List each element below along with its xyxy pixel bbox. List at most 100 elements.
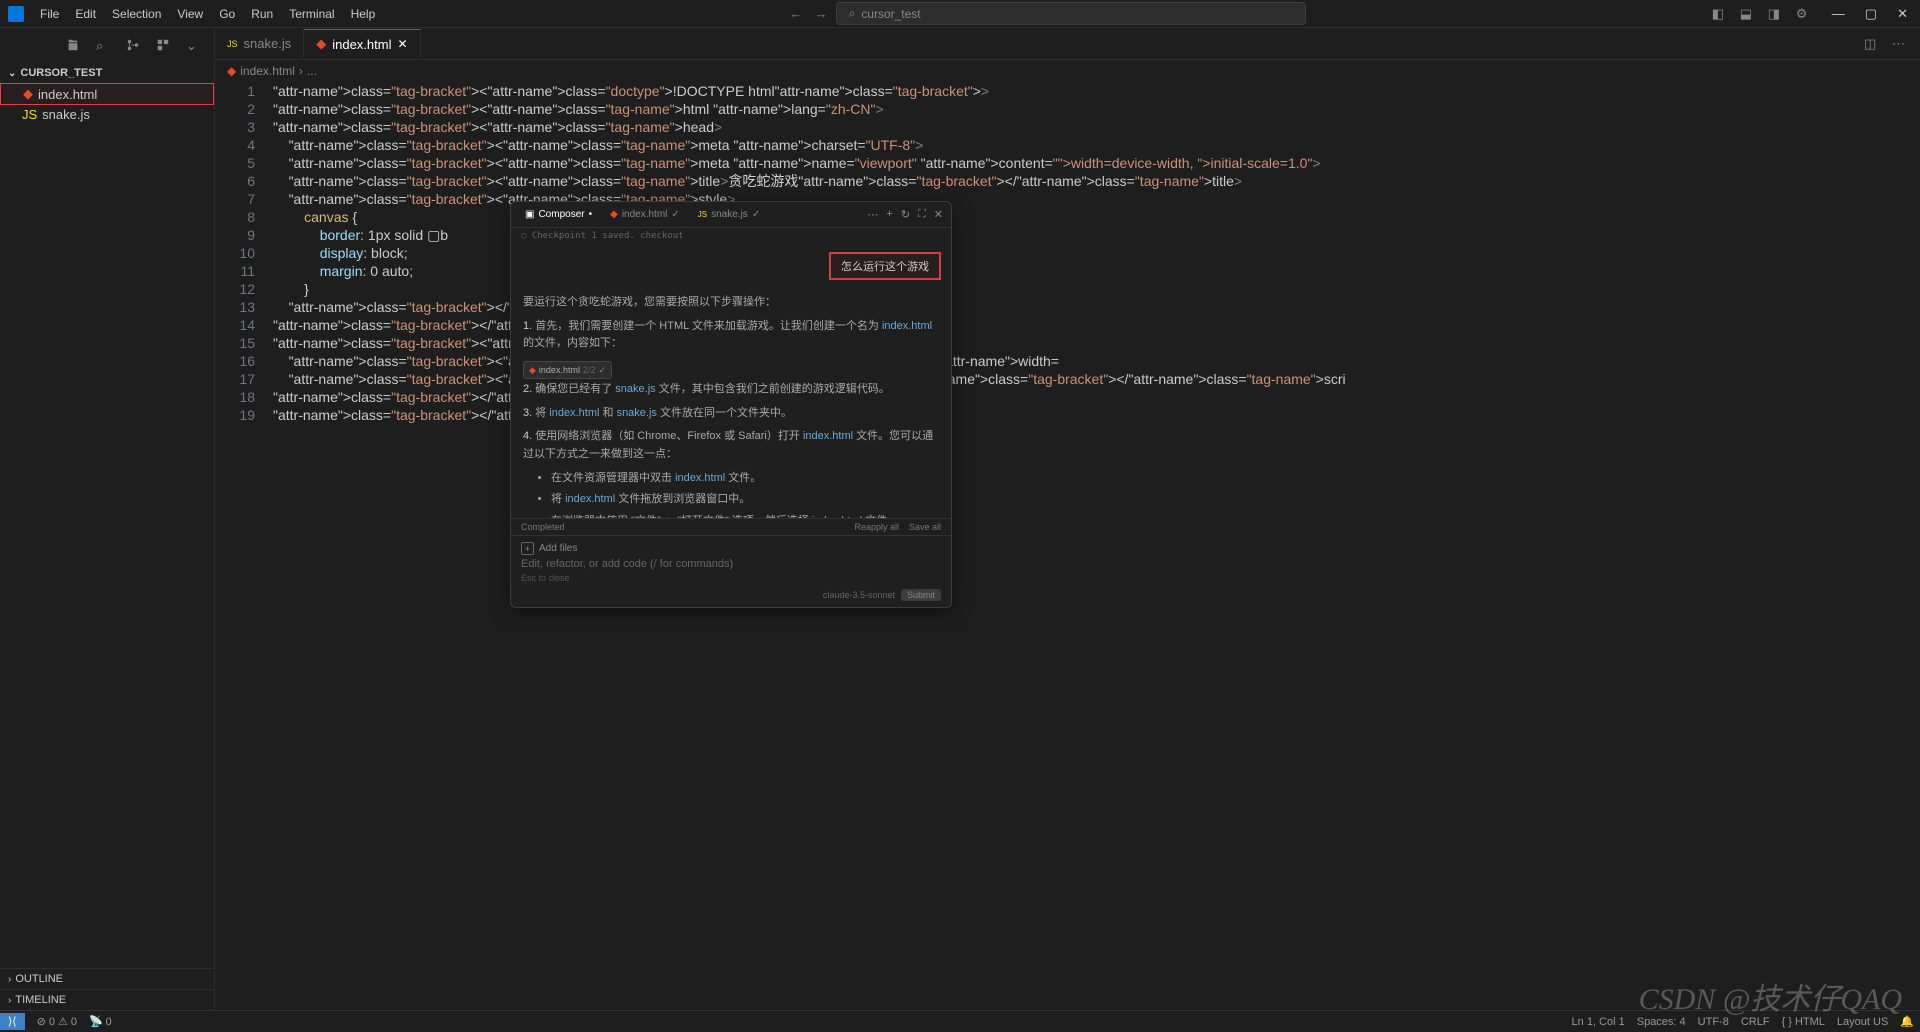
line-number: 17 bbox=[215, 370, 255, 388]
check-icon: ✓ bbox=[598, 363, 606, 377]
save-all-link[interactable]: Save all bbox=[909, 522, 941, 532]
menu-run[interactable]: Run bbox=[243, 3, 281, 25]
more-icon[interactable]: ⌄ bbox=[186, 38, 202, 54]
bullet-item: 在文件资源管理器中双击 index.html 文件。 bbox=[551, 470, 939, 488]
composer-panel: ▣Composer • ◆index.html ✓ JSsnake.js ✓ ⋯ +… bbox=[510, 201, 952, 608]
line-number: 9 bbox=[215, 226, 255, 244]
window-close-icon[interactable]: ✕ bbox=[1897, 6, 1908, 22]
code-line[interactable]: "attr-name">class="tag-bracket"><"attr-n… bbox=[273, 100, 1920, 118]
code-line[interactable]: "attr-name">class="tag-bracket"><"attr-n… bbox=[273, 172, 1920, 190]
indentation[interactable]: Spaces: 4 bbox=[1631, 1014, 1692, 1030]
menu-help[interactable]: Help bbox=[343, 3, 384, 25]
menu-view[interactable]: View bbox=[169, 3, 211, 25]
line-number: 1 bbox=[215, 82, 255, 100]
chevron-right-icon: › bbox=[8, 995, 11, 1006]
history-icon[interactable]: ↻ bbox=[901, 208, 910, 221]
explorer-sidebar: ⌕ ⌄ ⌄ CURSOR_TEST ◆index.htmlJSsnake.js … bbox=[0, 28, 215, 1010]
composer-tab-Composer[interactable]: ▣Composer • bbox=[519, 207, 598, 222]
more-icon[interactable]: ⋯ bbox=[867, 208, 878, 221]
layout-panel-icon[interactable]: ⬓ bbox=[1740, 6, 1756, 22]
tabs-bar: JSsnake.js◆index.html✕ ◫ ⋯ bbox=[215, 28, 1920, 60]
breadcrumb[interactable]: ◆ index.html › ... bbox=[215, 60, 1920, 82]
nav-forward-icon[interactable]: → bbox=[815, 6, 828, 21]
submit-button[interactable]: Submit bbox=[901, 589, 941, 601]
menu-terminal[interactable]: Terminal bbox=[281, 3, 342, 25]
project-name: CURSOR_TEST bbox=[20, 67, 102, 79]
search-icon[interactable]: ⌕ bbox=[96, 38, 112, 54]
line-number: 6 bbox=[215, 172, 255, 190]
more-actions-icon[interactable]: ⋯ bbox=[1892, 36, 1908, 52]
window-maximize-icon[interactable]: ▢ bbox=[1865, 6, 1877, 22]
line-number: 2 bbox=[215, 100, 255, 118]
code-editor[interactable]: 12345678910111213141516171819 "attr-name… bbox=[215, 82, 1920, 1010]
language-mode[interactable]: { } HTML bbox=[1776, 1014, 1831, 1030]
remote-indicator[interactable]: ⟩⟨ bbox=[0, 1013, 25, 1030]
window-minimize-icon[interactable]: — bbox=[1832, 6, 1845, 22]
section-timeline[interactable]: ›TIMELINE bbox=[0, 989, 214, 1010]
file-item-index.html[interactable]: ◆ index.html bbox=[0, 83, 214, 105]
nav-back-icon[interactable]: ← bbox=[790, 6, 803, 21]
project-header[interactable]: ⌄ CURSOR_TEST bbox=[0, 63, 214, 83]
add-files-button[interactable]: + Add files bbox=[521, 542, 941, 555]
section-outline[interactable]: ›OUTLINE bbox=[0, 968, 214, 989]
notifications-icon[interactable]: 🔔 bbox=[1894, 1013, 1920, 1030]
line-number: 19 bbox=[215, 406, 255, 424]
keyboard-layout[interactable]: Layout US bbox=[1831, 1014, 1894, 1030]
esc-hint: Esc to close bbox=[521, 573, 941, 583]
encoding[interactable]: UTF-8 bbox=[1692, 1014, 1735, 1030]
composer-response: 要运行这个贪吃蛇游戏，您需要按照以下步骤操作： 1. 首先，我们需要创建一个 H… bbox=[511, 288, 951, 518]
composer-tab-index.html[interactable]: ◆index.html ✓ bbox=[604, 207, 686, 222]
file-name: snake.js bbox=[42, 107, 90, 122]
code-line[interactable]: "attr-name">class="tag-bracket"><"attr-n… bbox=[273, 154, 1920, 172]
composer-tab-snake.js[interactable]: JSsnake.js ✓ bbox=[692, 207, 766, 222]
command-center-search[interactable]: ⌕ cursor_test bbox=[836, 2, 1306, 25]
cursor-position[interactable]: Ln 1, Col 1 bbox=[1566, 1014, 1631, 1030]
chevron-right-icon: › bbox=[299, 64, 303, 78]
layout-secondary-icon[interactable]: ◨ bbox=[1768, 6, 1784, 22]
file-chip[interactable]: ◆ index.html 2/2 ✓ bbox=[523, 361, 612, 379]
titlebar: FileEditSelectionViewGoRunTerminalHelp ←… bbox=[0, 0, 1920, 28]
code-line[interactable]: "attr-name">class="tag-bracket"><"attr-n… bbox=[273, 118, 1920, 136]
file-icon-html: ◆ bbox=[316, 36, 326, 52]
file-icon-html: ◆ bbox=[529, 363, 536, 377]
layout-primary-icon[interactable]: ◧ bbox=[1712, 6, 1728, 22]
tab-index.html[interactable]: ◆index.html✕ bbox=[304, 29, 420, 58]
eol[interactable]: CRLF bbox=[1735, 1014, 1776, 1030]
file-name: index.html bbox=[38, 87, 97, 102]
line-number: 5 bbox=[215, 154, 255, 172]
file-icon-html: ◆ bbox=[23, 86, 33, 102]
line-number: 14 bbox=[215, 316, 255, 334]
source-control-icon[interactable] bbox=[126, 38, 142, 54]
line-number: 8 bbox=[215, 208, 255, 226]
line-number: 15 bbox=[215, 334, 255, 352]
problems-indicator[interactable]: ⊘0 ⚠0 bbox=[31, 1013, 83, 1030]
expand-icon[interactable]: ⛶ bbox=[918, 208, 926, 221]
menu-selection[interactable]: Selection bbox=[104, 3, 169, 25]
code-line[interactable]: "attr-name">class="tag-bracket"><"attr-n… bbox=[273, 82, 1920, 100]
menu-file[interactable]: File bbox=[32, 3, 67, 25]
line-number: 7 bbox=[215, 190, 255, 208]
reapply-all-link[interactable]: Reapply all bbox=[854, 522, 899, 532]
extensions-icon[interactable] bbox=[156, 38, 172, 54]
code-line[interactable]: "attr-name">class="tag-bracket"><"attr-n… bbox=[273, 136, 1920, 154]
plus-icon[interactable]: + bbox=[886, 208, 892, 221]
menu-edit[interactable]: Edit bbox=[67, 3, 104, 25]
model-selector[interactable]: claude-3.5-sonnet bbox=[823, 590, 895, 600]
split-editor-icon[interactable]: ◫ bbox=[1864, 36, 1880, 52]
composer-input[interactable]: Edit, refactor, or add code (/ for comma… bbox=[521, 558, 941, 570]
menu-go[interactable]: Go bbox=[211, 3, 243, 25]
bullet-item: 将 index.html 文件拖放到浏览器窗口中。 bbox=[551, 491, 939, 509]
editor-area: JSsnake.js◆index.html✕ ◫ ⋯ ◆ index.html … bbox=[215, 28, 1920, 1010]
explorer-icon[interactable] bbox=[66, 38, 82, 54]
bullet-item: 在浏览器中使用 "文件" -> "打开文件" 选项，然后选择 index.htm… bbox=[551, 513, 939, 518]
line-number: 18 bbox=[215, 388, 255, 406]
chevron-down-icon: ⌄ bbox=[8, 68, 16, 79]
status-completed: Completed bbox=[521, 522, 565, 532]
file-item-snake.js[interactable]: JSsnake.js bbox=[0, 105, 214, 124]
settings-gear-icon[interactable]: ⚙ bbox=[1796, 6, 1812, 22]
close-icon[interactable]: ✕ bbox=[397, 37, 407, 51]
tab-snake.js[interactable]: JSsnake.js bbox=[215, 29, 304, 58]
close-icon[interactable]: ✕ bbox=[934, 208, 943, 221]
file-icon-html: ◆ bbox=[227, 64, 236, 78]
ports-indicator[interactable]: 📡0 bbox=[83, 1013, 118, 1030]
